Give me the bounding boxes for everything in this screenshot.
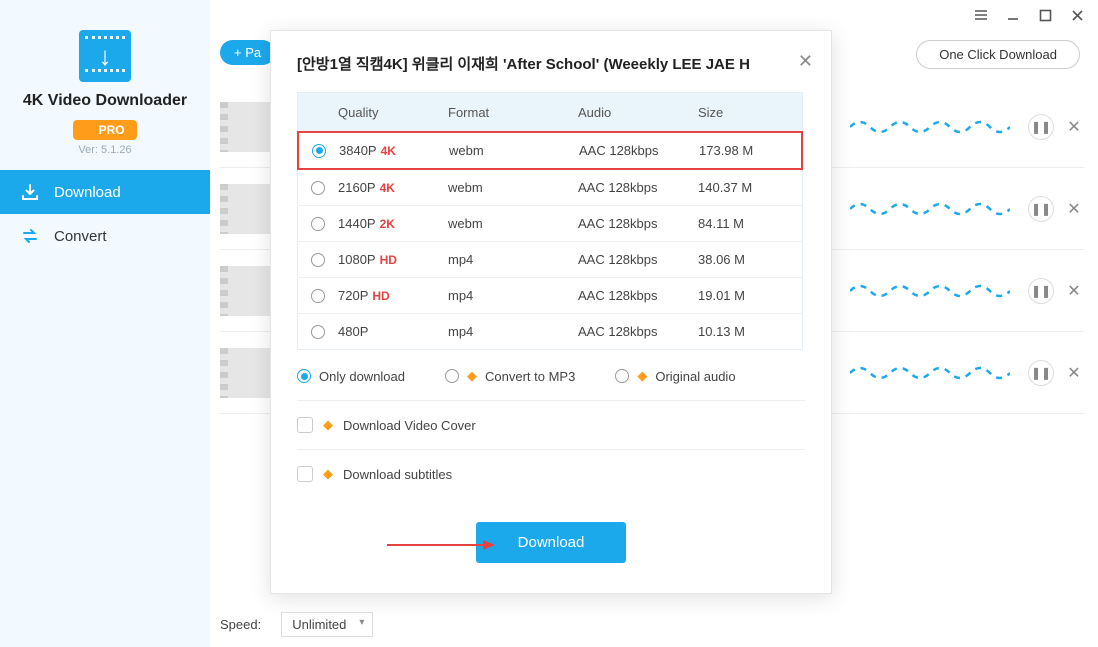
nav-convert-label: Convert <box>54 228 107 245</box>
version-label: Ver: 5.1.26 <box>0 144 210 156</box>
pro-badge[interactable]: ◆PRO <box>73 120 136 140</box>
cell-format: webm <box>448 216 578 231</box>
cell-audio: AAC 128kbps <box>578 324 698 339</box>
radio-icon[interactable] <box>311 325 325 339</box>
diamond-icon: ◆ <box>467 368 477 384</box>
cell-quality: 1080PHD <box>338 252 448 267</box>
dialog-close-icon[interactable]: ✕ <box>798 51 813 72</box>
progress-wave <box>850 194 1010 224</box>
quality-row[interactable]: 1080PHDmp4AAC 128kbps38.06 M <box>298 241 802 277</box>
radio-icon[interactable] <box>312 144 326 158</box>
cell-size: 19.01 M <box>698 288 802 303</box>
cell-audio: AAC 128kbps <box>578 288 698 303</box>
cell-audio: AAC 128kbps <box>578 216 698 231</box>
mode-original-audio[interactable]: ◆Original audio <box>615 368 735 384</box>
mode-convert-mp3[interactable]: ◆Convert to MP3 <box>445 368 575 384</box>
radio-icon[interactable] <box>311 181 325 195</box>
cell-audio: AAC 128kbps <box>578 180 698 195</box>
col-quality: Quality <box>338 105 448 120</box>
remove-button[interactable]: ✕ <box>1064 363 1084 383</box>
dialog-title: [안방1열 직캠4K] 위클리 이재희 'After School' (Weee… <box>297 53 805 74</box>
paste-url-button[interactable]: + Pa <box>220 40 275 65</box>
cell-quality: 720PHD <box>338 288 448 303</box>
cell-quality: 1440P2K <box>338 216 448 231</box>
cell-format: mp4 <box>448 324 578 339</box>
diamond-icon: ◆ <box>323 417 333 433</box>
remove-button[interactable]: ✕ <box>1064 117 1084 137</box>
cell-size: 10.13 M <box>698 324 802 339</box>
opt-download-cover[interactable]: ◆Download Video Cover <box>297 417 805 433</box>
cell-quality: 480P <box>338 324 448 339</box>
col-format: Format <box>448 105 578 120</box>
quality-row[interactable]: 1440P2KwebmAAC 128kbps84.11 M <box>298 205 802 241</box>
speed-label: Speed: <box>220 617 261 632</box>
cell-quality: 3840P4K <box>339 143 449 158</box>
cell-audio: AAC 128kbps <box>578 252 698 267</box>
app-title: 4K Video Downloader <box>0 92 210 110</box>
radio-icon[interactable] <box>311 289 325 303</box>
radio-icon[interactable] <box>311 217 325 231</box>
cell-size: 173.98 M <box>699 143 801 158</box>
cell-audio: AAC 128kbps <box>579 143 699 158</box>
sidebar: ↓ 4K Video Downloader ◆PRO Ver: 5.1.26 D… <box>0 0 210 647</box>
download-icon <box>20 182 40 202</box>
progress-wave <box>850 112 1010 142</box>
quality-dialog: ✕ [안방1열 직캠4K] 위클리 이재희 'After School' (We… <box>270 30 832 594</box>
progress-wave <box>850 358 1010 388</box>
col-audio: Audio <box>578 105 698 120</box>
opt-download-subtitles[interactable]: ◆Download subtitles <box>297 466 805 482</box>
col-size: Size <box>698 105 802 120</box>
mode-only-download[interactable]: Only download <box>297 369 405 384</box>
cell-format: webm <box>449 143 579 158</box>
progress-wave <box>850 276 1010 306</box>
app-logo: ↓ <box>79 30 131 82</box>
quality-row[interactable]: 3840P4KwebmAAC 128kbps173.98 M <box>297 131 803 170</box>
cell-format: mp4 <box>448 252 578 267</box>
download-button[interactable]: Download <box>476 522 627 563</box>
pause-button[interactable]: ❚❚ <box>1028 360 1054 386</box>
nav-download-label: Download <box>54 184 121 201</box>
pause-button[interactable]: ❚❚ <box>1028 196 1054 222</box>
diamond-icon: ◆ <box>323 466 333 482</box>
nav-download[interactable]: Download <box>0 170 210 214</box>
diamond-icon: ◆ <box>637 368 647 384</box>
pause-button[interactable]: ❚❚ <box>1028 114 1054 140</box>
quality-table: Quality Format Audio Size 3840P4KwebmAAC… <box>297 92 803 350</box>
cell-size: 84.11 M <box>698 216 802 231</box>
radio-icon[interactable] <box>311 253 325 267</box>
remove-button[interactable]: ✕ <box>1064 281 1084 301</box>
remove-button[interactable]: ✕ <box>1064 199 1084 219</box>
nav-convert[interactable]: Convert <box>0 214 210 258</box>
cell-format: mp4 <box>448 288 578 303</box>
cell-format: webm <box>448 180 578 195</box>
quality-row[interactable]: 480Pmp4AAC 128kbps10.13 M <box>298 313 802 349</box>
pause-button[interactable]: ❚❚ <box>1028 278 1054 304</box>
convert-icon <box>20 226 40 246</box>
cell-size: 38.06 M <box>698 252 802 267</box>
annotation-arrow <box>387 538 497 552</box>
quality-row[interactable]: 720PHDmp4AAC 128kbps19.01 M <box>298 277 802 313</box>
cell-quality: 2160P4K <box>338 180 448 195</box>
cell-size: 140.37 M <box>698 180 802 195</box>
speed-select[interactable]: Unlimited <box>281 612 373 637</box>
quality-row[interactable]: 2160P4KwebmAAC 128kbps140.37 M <box>298 169 802 205</box>
